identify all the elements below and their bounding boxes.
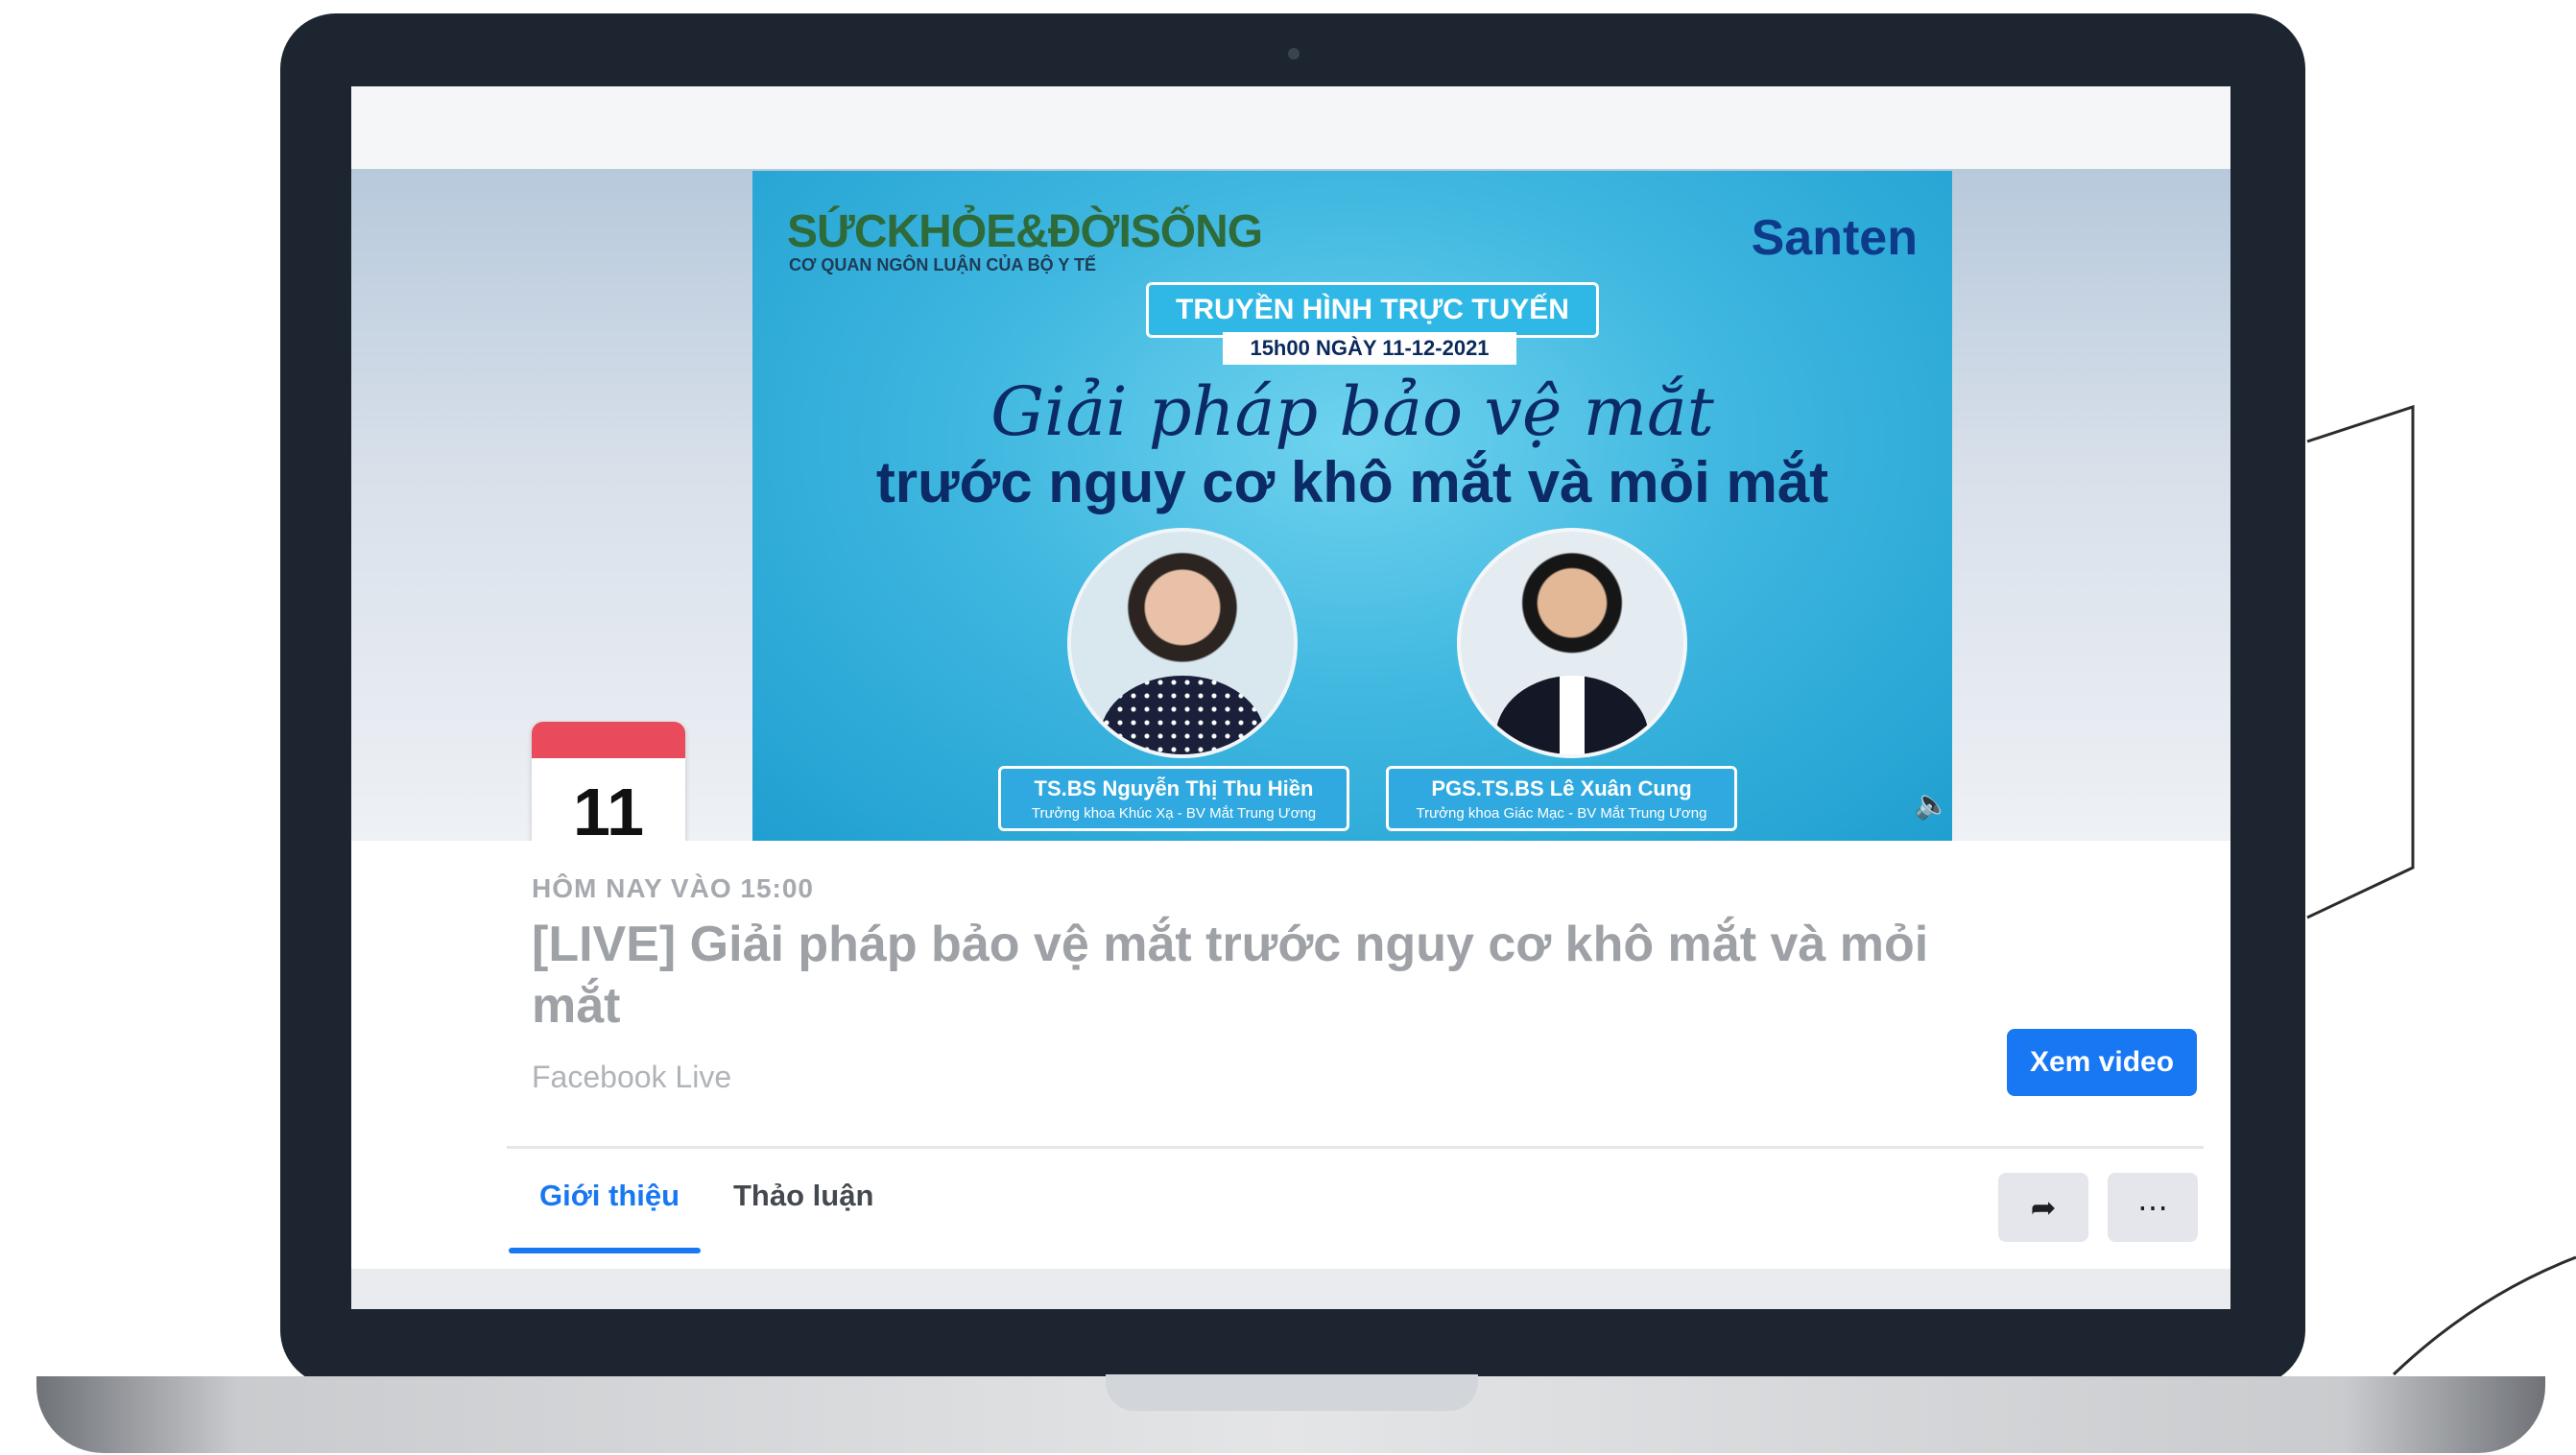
event-time: HÔM NAY VÀO 15:00 — [532, 873, 814, 903]
event-subtitle: Facebook Live — [532, 1060, 732, 1094]
cover-title-script: Giải pháp bảo vệ mắt — [990, 372, 1714, 451]
brand-logo-left-tagline: CƠ QUAN NGÔN LUẬN CỦA BỘ Y TẾ — [789, 255, 1097, 274]
speaker-name-2: PGS.TS.BS Lê Xuân Cung — [1431, 776, 1692, 800]
speaker-name-1: TS.BS Nguyễn Thị Thu Hiền — [1034, 776, 1314, 800]
brand-logo-left: SỨCKHỎE&ĐỜISỐNG — [787, 206, 1263, 257]
cover-title-bold: trước nguy cơ khô mắt và mỏi mắt — [875, 450, 1829, 514]
divider — [507, 1146, 2204, 1149]
event-info-panel: HÔM NAY VÀO 15:00 [LIVE] Giải pháp bảo v… — [351, 841, 2230, 1309]
calendar-header — [532, 722, 685, 758]
broadcast-badge: TRUYỀN HÌNH TRỰC TUYẾN — [1146, 282, 1599, 338]
speaker-plate-1: TS.BS Nguyễn Thị Thu Hiền Trưởng khoa Kh… — [998, 766, 1349, 831]
speaker-plate-2: PGS.TS.BS Lê Xuân Cung Trưởng khoa Giác … — [1386, 766, 1737, 831]
speaker-photo-2 — [1457, 528, 1687, 758]
broadcast-date: 15h00 NGÀY 11-12-2021 — [1223, 332, 1516, 365]
webcam — [1288, 48, 1300, 60]
active-tab-indicator — [509, 1248, 701, 1253]
event-title: [LIVE] Giải pháp bảo vệ mắt trước nguy c… — [532, 917, 1929, 1034]
more-icon: ⋯ — [2137, 1190, 2168, 1225]
speaker-role-1: Trưởng khoa Khúc Xạ - BV Mắt Trung Ương — [1031, 805, 1317, 822]
screen: SỨCKHỎE&ĐỜISỐNG CƠ QUAN NGÔN LUẬN CỦA BỘ… — [351, 86, 2230, 1309]
tab-intro[interactable]: Giới thiệu — [539, 1179, 680, 1213]
more-options-button[interactable]: ⋯ — [2108, 1173, 2198, 1242]
brand-logo-right: Santen — [1751, 210, 1918, 266]
content-below-fold — [351, 1269, 2230, 1309]
speaker-photo-1 — [1067, 528, 1298, 758]
browser-top-strip — [351, 86, 2230, 169]
volume-icon[interactable]: 🔈 — [1914, 789, 1949, 822]
share-button[interactable]: ➦ — [1998, 1173, 2088, 1242]
share-icon: ➦ — [2030, 1190, 2057, 1225]
watch-video-button[interactable]: Xem video — [2007, 1029, 2197, 1096]
tab-discussion[interactable]: Thảo luận — [733, 1179, 873, 1213]
speaker-role-2: Trưởng khoa Giác Mạc - BV Mắt Trung Ương — [1416, 805, 1707, 822]
calendar-day: 11 — [573, 775, 644, 849]
cover-image[interactable]: SỨCKHỎE&ĐỜISỐNG CƠ QUAN NGÔN LUẬN CỦA BỘ… — [752, 171, 1952, 847]
laptop-hinge-notch — [1106, 1374, 1478, 1411]
